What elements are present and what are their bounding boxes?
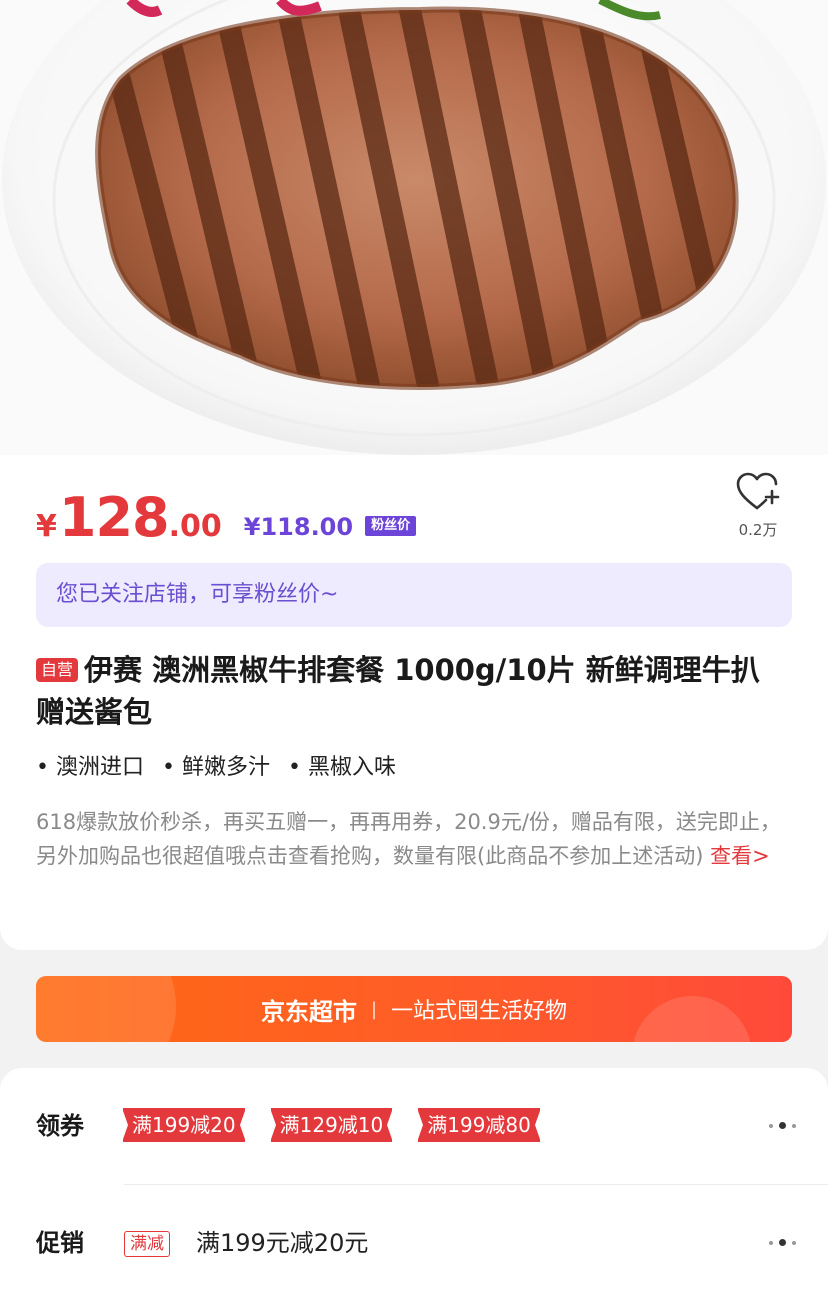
more-dots-icon[interactable] [769,1122,796,1129]
coupon-row[interactable]: 领券 满199减20 满129减10 满199减80 [0,1068,828,1185]
currency-symbol: ¥ [36,509,57,544]
promotion-text: 满199元减20元 [196,1229,369,1257]
feature-list: 澳洲进口 鲜嫩多汁 黑椒入味 [36,749,414,781]
coupon-chip[interactable]: 满199减20 [122,1108,246,1142]
banner-decoration [36,976,176,1042]
fans-price: ¥118.00 [243,513,354,541]
follow-store-button[interactable]: 0.2万 [728,471,788,540]
banner-brand: 京东超市 [260,997,357,1026]
promo-description-text: 618爆款放价秒杀，再买五赠一，再再用券，20.9元/份，赠品有限，送完即止，另… [36,810,781,868]
coupon-chip[interactable]: 满129减10 [269,1108,393,1142]
banner-separator: | [370,998,378,1020]
current-price: ¥ 128 .00 [36,491,222,545]
product-image[interactable] [0,0,828,455]
product-info-card: ¥ 128 .00 ¥118.00 粉丝价 0.2万 您已关注店铺，可享粉丝价~… [0,455,828,950]
banner-decoration [632,996,752,1042]
product-title: 自营 伊赛 澳洲黑椒牛排套餐 1000g/10片 新鲜调理牛扒 赠送酱包 [36,649,796,733]
promo-description: 618爆款放价秒杀，再买五赠一，再再用券，20.9元/份，赠品有限，送完即止，另… [36,805,796,873]
promotion-row[interactable]: 促销 满减 满199元减20元 [0,1185,828,1302]
fans-price-badge: 粉丝价 [365,516,417,536]
price-integer: 128 [58,486,170,549]
fan-price-notice: 您已关注店铺，可享粉丝价~ [36,563,792,627]
product-title-text: 伊赛 澳洲黑椒牛排套餐 1000g/10片 新鲜调理牛扒 赠送酱包 [36,653,760,729]
more-dots-icon[interactable] [769,1239,796,1246]
banner-slogan: 一站式囤生活好物 [391,999,568,1024]
self-operated-tag: 自营 [36,658,79,682]
feature-item: 澳洲进口 [36,749,144,781]
steak-photo [0,0,828,455]
coupon-chip[interactable]: 满199减80 [417,1108,541,1142]
jd-supermarket-banner[interactable]: 京东超市 | 一站式囤生活好物 [36,976,792,1042]
feature-item: 鲜嫩多汁 [162,749,270,781]
price-decimal: .00 [168,509,222,544]
promotion-tag: 满减 [124,1231,170,1257]
feature-item: 黑椒入味 [288,749,396,781]
heart-plus-icon [736,472,780,510]
promotion-label: 促销 [36,1229,84,1257]
price-row: ¥ 128 .00 ¥118.00 粉丝价 [36,485,417,545]
view-more-link[interactable]: 查看> [710,844,770,868]
coupon-promotion-card: 领券 满199减20 满129减10 满199减80 促销 满减 满199元减2… [0,1068,828,1311]
follow-count: 0.2万 [738,521,778,539]
coupon-label: 领券 [36,1112,84,1140]
coupon-list: 满199减20 满129减10 满199减80 [122,1108,541,1142]
